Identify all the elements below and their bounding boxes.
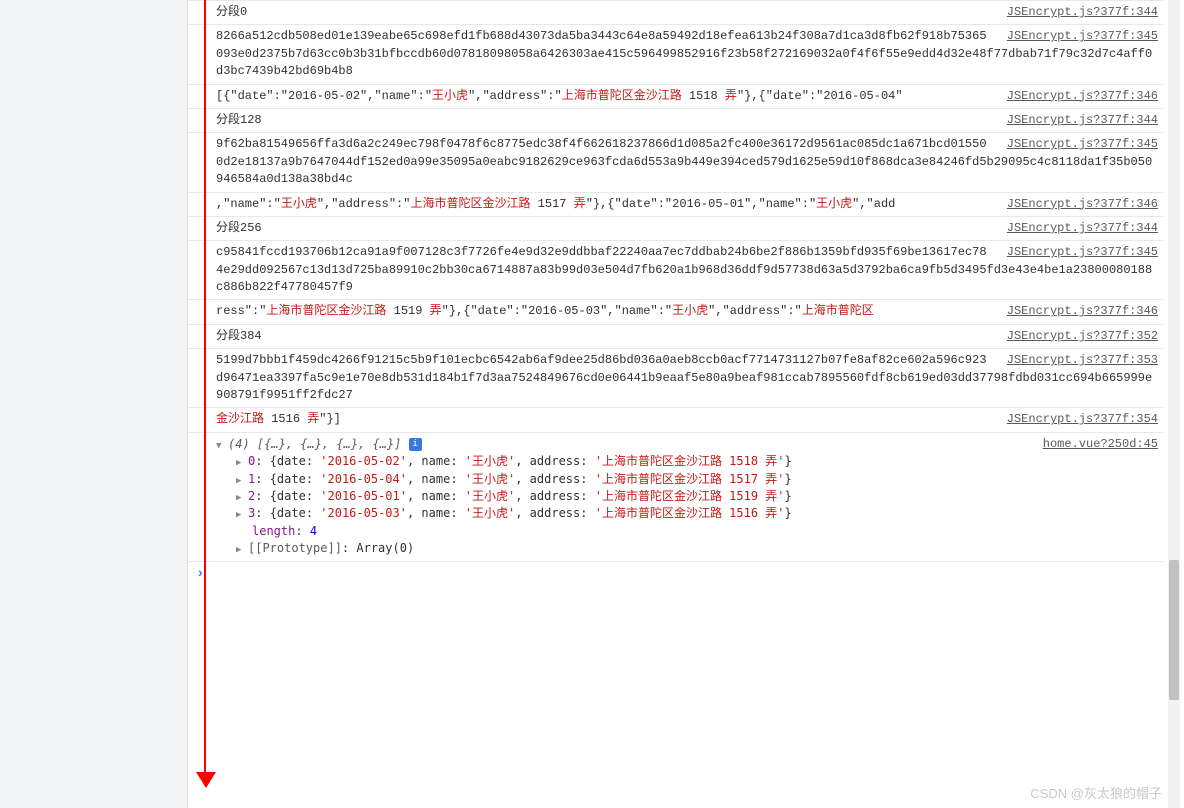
console-panel: JSEncrypt.js?377f:344分段0JSEncrypt.js?377… <box>188 0 1184 808</box>
console-log-row: JSEncrypt.js?377f:346 ,"name":"王小虎","addr… <box>188 193 1164 217</box>
log-message: 分段256 <box>216 221 262 235</box>
vertical-scrollbar[interactable] <box>1168 0 1180 808</box>
caret-right-icon[interactable] <box>236 471 248 488</box>
source-link[interactable]: JSEncrypt.js?377f:345 <box>1007 244 1158 261</box>
source-link[interactable]: JSEncrypt.js?377f:345 <box>1007 28 1158 45</box>
console-log-row: JSEncrypt.js?377f:346 [{"date":"2016-05-0… <box>188 85 1164 109</box>
log-message: ,"name":"王小虎","address":"上海市普陀区金沙江路 1517… <box>216 197 895 211</box>
console-log-row: JSEncrypt.js?377f:352 分段384 <box>188 325 1164 349</box>
console-log-row: JSEncrypt.js?377f:3535199d7bbb1f459dc426… <box>188 349 1164 408</box>
source-link[interactable]: JSEncrypt.js?377f:345 <box>1007 136 1158 153</box>
caret-right-icon[interactable] <box>236 505 248 522</box>
watermark-text: CSDN @灰太狼的帽子 <box>1030 783 1162 802</box>
console-log-row: JSEncrypt.js?377f:344 分段256 <box>188 217 1164 241</box>
console-prompt[interactable] <box>188 562 1164 586</box>
array-item-line[interactable]: 3: {date: '2016-05-03', name: '王小虎', add… <box>236 505 1158 522</box>
info-icon[interactable]: i <box>409 438 422 451</box>
array-summary-line[interactable]: (4) [{…}, {…}, {…}, {…}] i <box>216 436 1158 453</box>
annotation-arrow-head <box>196 772 216 788</box>
source-link[interactable]: JSEncrypt.js?377f:353 <box>1007 352 1158 369</box>
console-gutter <box>0 0 188 808</box>
array-item-line[interactable]: 1: {date: '2016-05-04', name: '王小虎', add… <box>236 471 1158 488</box>
source-link[interactable]: home.vue?250d:45 <box>1043 436 1158 453</box>
console-log-row: JSEncrypt.js?377f:3459f62ba81549656ffa3d… <box>188 133 1164 192</box>
console-log-row: JSEncrypt.js?377f:345c95841fccd193706b12… <box>188 241 1164 300</box>
source-link[interactable]: JSEncrypt.js?377f:344 <box>1007 220 1158 237</box>
console-log-row: JSEncrypt.js?377f:344 分段0 <box>188 0 1164 25</box>
log-message: 分段128 <box>216 113 262 127</box>
array-item-line[interactable]: 0: {date: '2016-05-02', name: '王小虎', add… <box>236 453 1158 470</box>
log-message: 分段0 <box>216 5 247 19</box>
caret-right-icon[interactable] <box>236 488 248 505</box>
console-log-row: JSEncrypt.js?377f:3458266a512cdb508ed01e… <box>188 25 1164 84</box>
prototype-line[interactable]: [[Prototype]]: Array(0) <box>236 540 1158 557</box>
log-message: [{"date":"2016-05-02","name":"王小虎","addr… <box>216 89 903 103</box>
console-object-row: home.vue?250d:45(4) [{…}, {…}, {…}, {…}]… <box>188 433 1164 562</box>
source-link[interactable]: JSEncrypt.js?377f:346 <box>1007 303 1158 320</box>
array-item-line[interactable]: 2: {date: '2016-05-01', name: '王小虎', add… <box>236 488 1158 505</box>
console-log-row: JSEncrypt.js?377f:346 ress":"上海市普陀区金沙江路 1… <box>188 300 1164 324</box>
source-link[interactable]: JSEncrypt.js?377f:346 <box>1007 196 1158 213</box>
source-link[interactable]: JSEncrypt.js?377f:346 <box>1007 88 1158 105</box>
caret-right-icon[interactable] <box>236 540 248 557</box>
source-link[interactable]: JSEncrypt.js?377f:344 <box>1007 112 1158 129</box>
source-link[interactable]: JSEncrypt.js?377f:352 <box>1007 328 1158 345</box>
annotation-arrow-line <box>204 0 206 782</box>
caret-right-icon[interactable] <box>236 453 248 470</box>
log-message: 分段384 <box>216 329 262 343</box>
array-length-line: length: 4 <box>252 523 1158 540</box>
source-link[interactable]: JSEncrypt.js?377f:354 <box>1007 411 1158 428</box>
log-message: 金沙江路 1516 弄"}] <box>216 412 341 426</box>
caret-down-icon[interactable] <box>216 436 228 453</box>
scrollbar-thumb[interactable] <box>1169 560 1179 700</box>
log-message: ress":"上海市普陀区金沙江路 1519 弄"},{"date":"2016… <box>216 304 874 318</box>
console-log-row: JSEncrypt.js?377f:354 金沙江路 1516 弄"}] <box>188 408 1164 432</box>
console-log-row: JSEncrypt.js?377f:344 分段128 <box>188 109 1164 133</box>
source-link[interactable]: JSEncrypt.js?377f:344 <box>1007 4 1158 21</box>
